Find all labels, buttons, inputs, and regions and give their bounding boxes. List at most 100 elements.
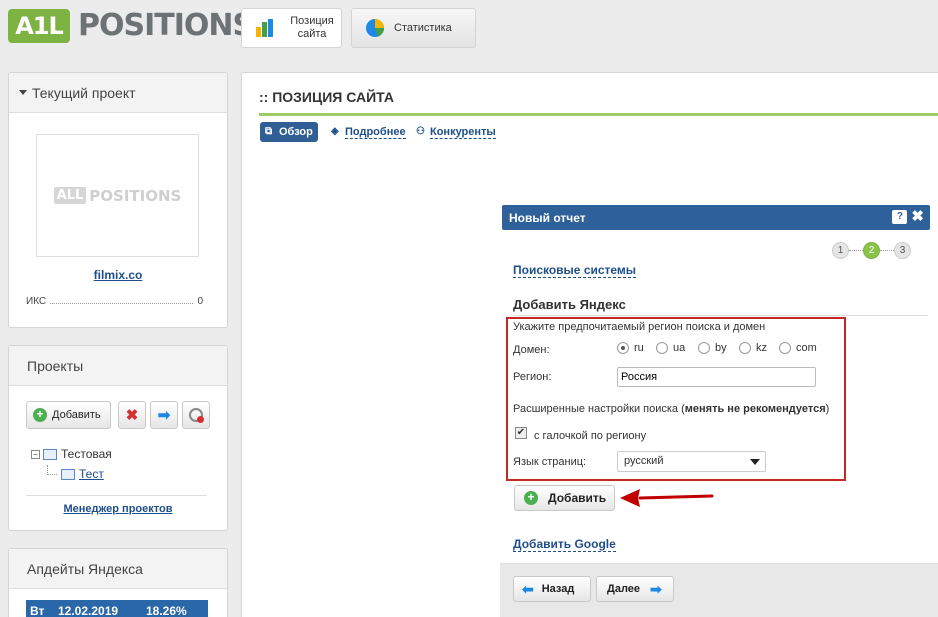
language-label: Язык страниц: (513, 456, 587, 468)
dotted-leader (50, 303, 194, 304)
wizard-steps: 1 2 3 (832, 242, 911, 259)
language-selected-value: русский (624, 455, 664, 467)
tab-statistics[interactable]: Статистика (351, 8, 476, 48)
step-connector (880, 250, 894, 251)
step-1: 1 (832, 242, 849, 259)
update-date: 12.02.2019 (58, 604, 119, 617)
domain-radio-by[interactable]: by (698, 342, 727, 354)
region-hint: Укажите предпочитаемый регион поиска и д… (513, 321, 766, 333)
project-thumbnail: ALL POSITIONS (36, 134, 199, 257)
annotation-arrow-icon (620, 489, 714, 507)
project-site-link[interactable]: filmix.co (9, 268, 227, 282)
arrow-right-icon: ➡ (650, 580, 662, 597)
overview-icon: ⧉ (265, 126, 273, 137)
update-percent: 18.26% (146, 604, 187, 617)
domain-label: Домен: (513, 344, 550, 356)
language-select[interactable]: русский (617, 451, 766, 472)
project-icon (61, 468, 75, 480)
iks-row: ИКС 0 (26, 296, 203, 307)
bar-chart-icon (256, 19, 273, 37)
add-google-link[interactable]: Добавить Google (513, 538, 616, 552)
collapse-triangle-icon (19, 90, 27, 95)
radio-selected-icon[interactable] (617, 342, 629, 354)
back-button[interactable]: ⬅ Назад (513, 576, 591, 602)
search-systems-link[interactable]: Поисковые системы (513, 264, 637, 278)
radio-icon[interactable] (739, 342, 751, 354)
schedule-project-button[interactable] (182, 401, 210, 429)
yandex-updates-header: Апдейты Яндекса (9, 549, 227, 589)
page-title: :: ПОЗИЦИЯ САЙТА (259, 89, 394, 105)
next-button[interactable]: Далее ➡ (596, 576, 674, 602)
add-yandex-label: Добавить (548, 491, 607, 505)
advanced-settings-label: Расширенные настройки поиска (менять не … (513, 403, 830, 415)
tab-statistics-label: Статистика (394, 22, 452, 34)
tree-connector (47, 465, 57, 475)
projects-title: Проекты (27, 357, 84, 374)
radio-icon[interactable] (779, 342, 791, 354)
tree-group-label: Тестовая (61, 447, 112, 461)
domain-radio-ua[interactable]: ua (656, 342, 685, 354)
back-label: Назад (541, 583, 575, 595)
close-icon[interactable]: ✖ (911, 209, 924, 224)
region-label: Регион: (513, 371, 552, 383)
logo-text[interactable]: POSITIONS (78, 8, 254, 44)
subtab-details[interactable]: ◈ Подробнее (331, 122, 406, 142)
region-checkbox[interactable]: ✔ (515, 427, 527, 439)
subtab-overview[interactable]: ⧉ Обзор (260, 122, 318, 142)
region-input[interactable] (617, 367, 816, 387)
tree-item[interactable]: Тест (31, 464, 112, 484)
plus-icon: + (33, 408, 47, 422)
section-divider (513, 315, 928, 316)
domain-radio-kz[interactable]: kz (739, 342, 767, 354)
project-tree: − Тестовая Тест (31, 444, 112, 484)
plus-icon: + (524, 491, 538, 505)
subtab-overview-label: Обзор (279, 126, 313, 138)
tree-item-label[interactable]: Тест (79, 467, 104, 481)
folder-icon (43, 448, 57, 460)
collapse-tree-icon[interactable]: − (31, 449, 40, 459)
projects-header: Проекты (9, 346, 227, 386)
users-icon: ⚇ (416, 126, 425, 137)
yandex-updates-title: Апдейты Яндекса (27, 560, 143, 577)
title-underline (259, 113, 938, 116)
dialog-titlebar[interactable]: Новый отчет ? ✖ (502, 205, 930, 230)
subtab-competitors-label: Конкуренты (430, 125, 496, 139)
arrow-left-icon: ⬅ (522, 580, 534, 597)
step-3: 3 (894, 242, 911, 259)
step-2: 2 (863, 242, 880, 259)
dialog-tools: ? ✖ (892, 209, 924, 224)
current-project-title: Текущий проект (32, 84, 136, 101)
chevron-down-icon (750, 459, 760, 465)
current-project-header[interactable]: Текущий проект (9, 73, 227, 113)
region-checkbox-label: с галочкой по региону (534, 430, 647, 442)
delete-project-button[interactable]: ✖ (118, 401, 146, 429)
update-row: Вт 12.02.2019 18.26% (26, 600, 208, 617)
radio-icon[interactable] (656, 342, 668, 354)
clock-icon (189, 408, 204, 423)
yandex-updates-panel: Апдейты Яндекса Вт 12.02.2019 18.26% (8, 548, 228, 617)
dialog-title: Новый отчет (509, 210, 586, 225)
add-yandex-button[interactable]: + Добавить (514, 485, 615, 511)
tree-group[interactable]: − Тестовая (31, 444, 112, 464)
delete-icon: ✖ (125, 407, 139, 424)
move-project-button[interactable]: ➡ (150, 401, 178, 429)
help-icon[interactable]: ? (892, 209, 908, 224)
divider (26, 495, 207, 496)
add-project-button[interactable]: + Добавить (26, 401, 111, 429)
placeholder-logo: ALL POSITIONS (53, 187, 181, 205)
add-yandex-title: Добавить Яндекс (513, 297, 626, 312)
subtab-competitors[interactable]: ⚇ Конкуренты (416, 122, 496, 142)
domain-radio-com[interactable]: com (779, 342, 817, 354)
iks-label: ИКС (26, 296, 47, 307)
logo-badge[interactable]: A1L (8, 9, 70, 43)
radio-icon[interactable] (698, 342, 710, 354)
domain-radio-ru[interactable]: ru (617, 342, 644, 354)
project-manager-link[interactable]: Менеджер проектов (9, 503, 227, 515)
details-icon: ◈ (331, 126, 339, 137)
subtab-details-label: Подробнее (345, 125, 406, 139)
iks-value: 0 (197, 296, 203, 307)
arrow-right-icon: ➡ (157, 407, 171, 424)
tab-site-position[interactable]: Позиция сайта (241, 8, 342, 48)
projects-panel: Проекты + Добавить ✖ ➡ − Тестовая Тест М… (8, 345, 228, 531)
add-project-label: Добавить (52, 409, 101, 421)
